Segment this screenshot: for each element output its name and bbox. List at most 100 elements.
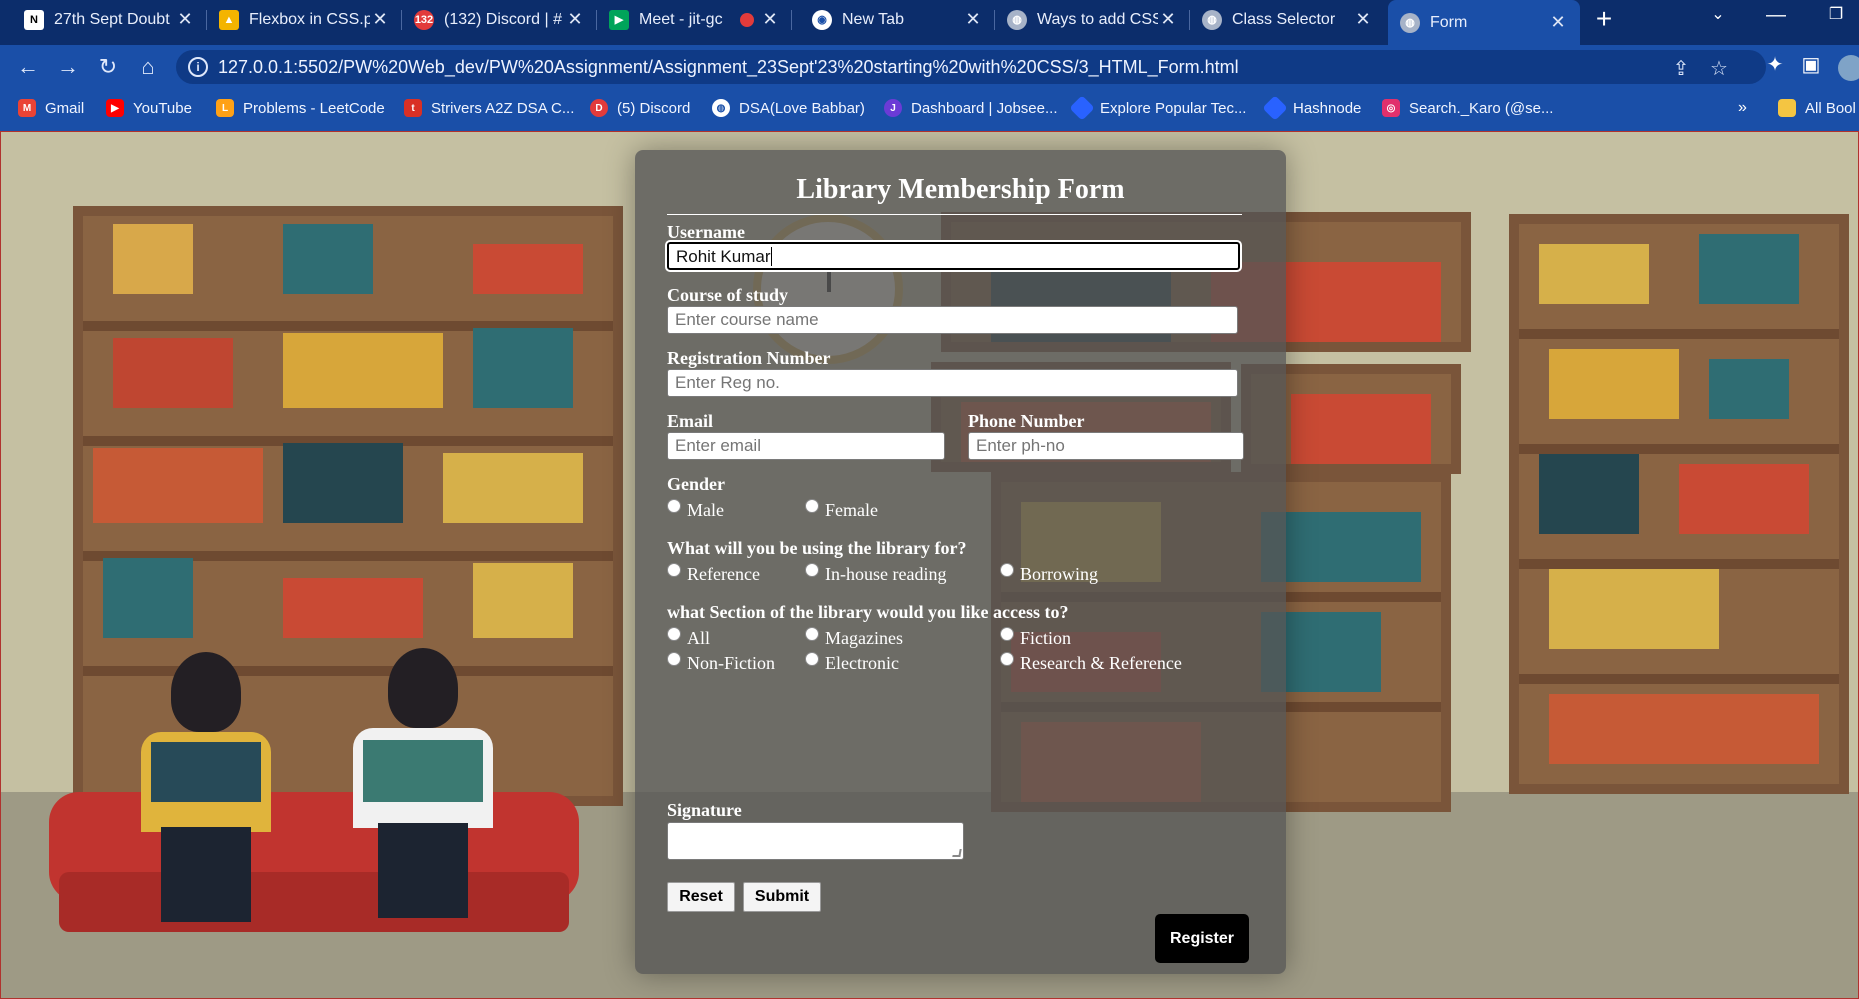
bookmark-hashnode[interactable]: Hashnode: [1262, 95, 1362, 121]
forward-arrow-icon[interactable]: →: [52, 51, 84, 83]
email-input[interactable]: Enter email: [667, 432, 945, 460]
tab-search-chevron-icon[interactable]: ⌄: [1698, 4, 1738, 24]
bookmark-youtube[interactable]: ▶ YouTube: [106, 99, 192, 117]
address-bar[interactable]: i 127.0.0.1:5502/PW%20Web_dev/PW%20Assig…: [176, 50, 1766, 84]
tab-flexbox-in-css[interactable]: ▲ Flexbox in CSS.p ✕: [207, 0, 402, 39]
bookmark-label: (5) Discord: [617, 99, 691, 117]
bookmarks-overflow-button[interactable]: »: [1738, 99, 1747, 117]
side-panel-icon[interactable]: ▣: [1796, 52, 1826, 77]
username-value: Rohit Kumar: [676, 247, 771, 266]
chrome-icon: ◉: [812, 9, 832, 30]
resize-grip-icon[interactable]: [952, 849, 962, 857]
extensions-puzzle-icon[interactable]: ✦: [1760, 52, 1790, 77]
globe-icon: ◍: [1007, 9, 1027, 30]
course-input[interactable]: Enter course name: [667, 306, 1238, 334]
tab-27th-sept-doubt[interactable]: N 27th Sept Doubt ✕: [12, 0, 207, 39]
bookmark-jobseeker[interactable]: J Dashboard | Jobsee...: [884, 99, 1057, 117]
close-icon[interactable]: ✕: [1353, 9, 1373, 30]
username-input[interactable]: Rohit Kumar: [665, 240, 1242, 272]
close-icon[interactable]: ✕: [175, 9, 195, 30]
tab-class-selector[interactable]: ◍ Class Selector ✕: [1190, 0, 1385, 39]
url-text[interactable]: 127.0.0.1:5502/PW%20Web_dev/PW%20Assignm…: [218, 57, 1239, 78]
section-research-radio[interactable]: [1000, 652, 1014, 666]
tab-title: Form: [1430, 13, 1468, 31]
email-label: Email: [667, 411, 714, 431]
section-electronic-radio[interactable]: [805, 652, 819, 666]
restore-icon[interactable]: ❐: [1816, 4, 1856, 24]
phone-input[interactable]: Enter ph-no: [968, 432, 1244, 460]
site-info-icon[interactable]: i: [188, 57, 208, 77]
tab-title: 27th Sept Doubt: [54, 10, 170, 28]
gender-female-radio[interactable]: [805, 499, 819, 513]
email-placeholder: Enter email: [675, 436, 761, 455]
reload-icon[interactable]: ↻: [92, 51, 124, 83]
bookmark-label: Problems - LeetCode: [243, 99, 385, 117]
section-magazines-radio[interactable]: [805, 627, 819, 641]
close-icon[interactable]: ✕: [565, 9, 585, 30]
bookmark-star-icon[interactable]: ☆: [1706, 56, 1732, 81]
sofa-illustration: [49, 752, 579, 952]
tab-discord[interactable]: 132 (132) Discord | # ✕: [402, 0, 597, 39]
close-icon[interactable]: ✕: [1158, 9, 1178, 30]
gmail-icon: M: [18, 99, 36, 117]
all-bookmarks-button[interactable]: All Bool: [1778, 99, 1856, 117]
bookmark-discord[interactable]: D (5) Discord: [590, 99, 690, 117]
section-non-fiction-label: Non-Fiction: [687, 653, 775, 673]
section-fiction-radio[interactable]: [1000, 627, 1014, 641]
gender-male-radio[interactable]: [667, 499, 681, 513]
bookmark-label: Dashboard | Jobsee...: [911, 99, 1058, 117]
youtube-icon: ▶: [106, 99, 124, 117]
tab-title: Meet - jit-gc: [639, 10, 723, 28]
close-icon[interactable]: ✕: [1548, 12, 1568, 33]
reset-button[interactable]: Reset: [667, 882, 735, 912]
reader-illustration-right: [353, 648, 493, 918]
tab-form[interactable]: ◍ Form ✕: [1388, 0, 1580, 45]
notion-icon: N: [24, 9, 44, 30]
tab-title: Class Selector: [1232, 10, 1336, 28]
usage-reference-label: Reference: [687, 564, 760, 584]
share-icon[interactable]: ⇪: [1668, 56, 1694, 81]
tab-ways-to-add-css[interactable]: ◍ Ways to add CSS ✕: [995, 0, 1190, 39]
course-placeholder: Enter course name: [675, 310, 819, 329]
bookmark-instagram[interactable]: ◎ Search._Karo (@se...: [1382, 99, 1553, 117]
section-electronic-label: Electronic: [825, 653, 899, 673]
home-icon[interactable]: ⌂: [132, 51, 164, 83]
tab-title: Flexbox in CSS.p: [249, 10, 370, 28]
tab-meet[interactable]: ▶ Meet - jit-gc ✕: [597, 0, 792, 39]
signature-textarea[interactable]: [667, 822, 964, 860]
gender-female-label: Female: [825, 500, 878, 520]
close-icon[interactable]: ✕: [963, 9, 983, 30]
register-button[interactable]: Register: [1155, 914, 1249, 963]
profile-avatar[interactable]: [1838, 55, 1859, 81]
tab-title: Ways to add CSS: [1037, 10, 1158, 28]
usage-borrowing-radio[interactable]: [1000, 563, 1014, 577]
section-non-fiction-radio[interactable]: [667, 652, 681, 666]
tab-strip: N 27th Sept Doubt ✕ ▲ Flexbox in CSS.p ✕…: [0, 0, 1859, 45]
library-membership-form: Library Membership Form Username Rohit K…: [635, 150, 1286, 974]
reader-illustration-left: [141, 652, 271, 922]
page-viewport: Library Membership Form Username Rohit K…: [0, 131, 1859, 999]
bookmark-strivers[interactable]: t Strivers A2Z DSA C...: [404, 99, 574, 117]
globe-icon: ◍: [1400, 12, 1420, 33]
section-all-radio[interactable]: [667, 627, 681, 641]
close-icon[interactable]: ✕: [760, 9, 780, 30]
tab-new-tab[interactable]: ◉ New Tab ✕: [800, 0, 995, 39]
phone-placeholder: Enter ph-no: [976, 436, 1065, 455]
bookmark-leetcode[interactable]: L Problems - LeetCode: [216, 99, 385, 117]
course-label: Course of study: [667, 285, 789, 305]
registration-input[interactable]: Enter Reg no.: [667, 369, 1238, 397]
close-icon[interactable]: ✕: [370, 9, 390, 30]
minimize-icon[interactable]: —: [1756, 4, 1796, 27]
bookmark-label: Hashnode: [1293, 99, 1362, 117]
bookmark-gmail[interactable]: M Gmail: [18, 99, 84, 117]
submit-button[interactable]: Submit: [743, 882, 821, 912]
bookmark-explore-popular[interactable]: Explore Popular Tec...: [1069, 95, 1247, 121]
registration-placeholder: Enter Reg no.: [675, 373, 780, 392]
usage-reference-radio[interactable]: [667, 563, 681, 577]
new-tab-button[interactable]: +: [1588, 4, 1620, 36]
usage-in-house-radio[interactable]: [805, 563, 819, 577]
bookmark-dsa-love-babbar[interactable]: ◍ DSA(Love Babbar): [712, 99, 865, 117]
back-arrow-icon[interactable]: ←: [12, 51, 44, 83]
bookmark-label: Explore Popular Tec...: [1100, 99, 1247, 117]
form-title: Library Membership Form: [796, 174, 1125, 205]
